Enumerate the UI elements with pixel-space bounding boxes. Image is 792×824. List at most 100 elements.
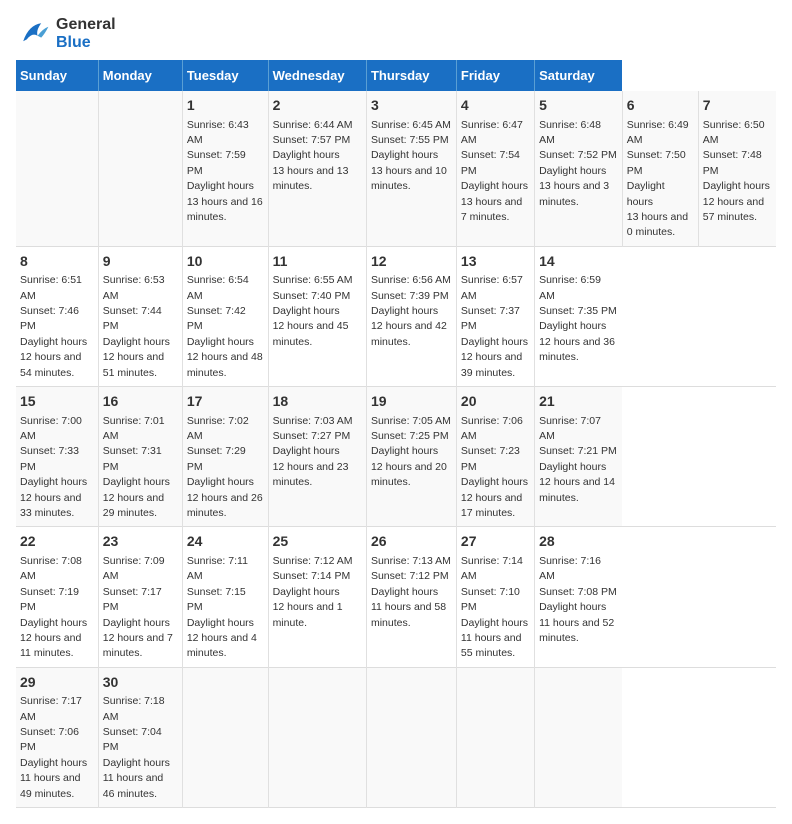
calendar-day-cell: 16 Sunrise: 7:01 AMSunset: 7:31 PMDayligh… (98, 387, 182, 527)
calendar-week-row: 8Sunrise: 6:51 AMSunset: 7:46 PMDaylight… (16, 246, 776, 386)
sunrise-info: Sunrise: 6:44 AMSunset: 7:57 PMDaylight … (273, 119, 353, 193)
sunrise-info: Sunrise: 6:47 AMSunset: 7:54 PMDaylight … (461, 119, 528, 223)
calendar-day-cell (366, 667, 456, 807)
calendar-week-row: 29Sunrise: 7:17 AMSunset: 7:06 PMDayligh… (16, 667, 776, 807)
calendar-header-row: SundayMondayTuesdayWednesdayThursdayFrid… (16, 60, 776, 91)
sunrise-info: Sunrise: 6:56 AMSunset: 7:39 PMDaylight … (371, 274, 451, 348)
empty-cell (98, 91, 182, 246)
calendar-day-cell: 1 Sunrise: 6:43 AMSunset: 7:59 PMDaylight… (182, 91, 268, 246)
sunrise-info: Sunrise: 7:09 AMSunset: 7:17 PMDaylight … (103, 555, 173, 659)
day-number: 3 (371, 96, 452, 116)
calendar-day-cell: 30Sunrise: 7:18 AMSunset: 7:04 PMDayligh… (98, 667, 182, 807)
calendar-day-cell (268, 667, 366, 807)
weekday-header-thursday: Thursday (366, 60, 456, 91)
calendar-day-cell: 10Sunrise: 6:54 AMSunset: 7:42 PMDayligh… (182, 246, 268, 386)
day-number: 12 (371, 252, 452, 272)
logo: General Blue (16, 16, 116, 52)
weekday-header-sunday: Sunday (16, 60, 98, 91)
empty-cell (16, 91, 98, 246)
day-number: 16 (103, 392, 178, 412)
day-number: 20 (461, 392, 530, 412)
calendar-day-cell: 19Sunrise: 7:05 AMSunset: 7:25 PMDayligh… (366, 387, 456, 527)
calendar-day-cell: 2Sunrise: 6:44 AMSunset: 7:57 PMDaylight… (268, 91, 366, 246)
sunrise-info: Sunrise: 6:55 AMSunset: 7:40 PMDaylight … (273, 274, 353, 348)
day-number: 13 (461, 252, 530, 272)
sunrise-info: Sunrise: 7:11 AMSunset: 7:15 PMDaylight … (187, 555, 257, 659)
calendar-day-cell: 4 Sunrise: 6:47 AMSunset: 7:54 PMDaylight… (456, 91, 534, 246)
calendar-week-row: 15 Sunrise: 7:00 AMSunset: 7:33 PMDayligh… (16, 387, 776, 527)
day-number: 29 (20, 673, 94, 693)
sunrise-info: Sunrise: 7:14 AMSunset: 7:10 PMDaylight … (461, 555, 528, 659)
calendar-day-cell: 27 Sunrise: 7:14 AMSunset: 7:10 PMDayligh… (456, 527, 534, 667)
calendar-day-cell: 11Sunrise: 6:55 AMSunset: 7:40 PMDayligh… (268, 246, 366, 386)
day-number: 6 (627, 96, 694, 116)
day-number: 15 (20, 392, 94, 412)
sunrise-info: Sunrise: 7:03 AMSunset: 7:27 PMDaylight … (273, 415, 353, 489)
calendar-day-cell (535, 667, 623, 807)
sunrise-info: Sunrise: 7:08 AMSunset: 7:19 PMDaylight … (20, 555, 87, 659)
logo-text: General Blue (56, 16, 116, 52)
calendar-table: SundayMondayTuesdayWednesdayThursdayFrid… (16, 60, 776, 808)
calendar-day-cell: 14Sunrise: 6:59 AMSunset: 7:35 PMDayligh… (535, 246, 623, 386)
day-number: 4 (461, 96, 530, 116)
calendar-day-cell (456, 667, 534, 807)
calendar-day-cell: 24Sunrise: 7:11 AMSunset: 7:15 PMDayligh… (182, 527, 268, 667)
calendar-day-cell: 26Sunrise: 7:13 AMSunset: 7:12 PMDayligh… (366, 527, 456, 667)
calendar-day-cell (182, 667, 268, 807)
sunrise-info: Sunrise: 7:17 AMSunset: 7:06 PMDaylight … (20, 695, 87, 799)
sunrise-info: Sunrise: 7:06 AMSunset: 7:23 PMDaylight … (461, 415, 528, 519)
sunrise-info: Sunrise: 6:48 AMSunset: 7:52 PMDaylight … (539, 119, 617, 208)
day-number: 18 (273, 392, 362, 412)
day-number: 14 (539, 252, 618, 272)
weekday-header-wednesday: Wednesday (268, 60, 366, 91)
calendar-day-cell: 13Sunrise: 6:57 AMSunset: 7:37 PMDayligh… (456, 246, 534, 386)
day-number: 23 (103, 532, 178, 552)
sunrise-info: Sunrise: 6:53 AMSunset: 7:44 PMDaylight … (103, 274, 170, 378)
logo-icon (16, 16, 52, 52)
day-number: 26 (371, 532, 452, 552)
calendar-day-cell: 22 Sunrise: 7:08 AMSunset: 7:19 PMDayligh… (16, 527, 98, 667)
sunrise-info: Sunrise: 7:18 AMSunset: 7:04 PMDaylight … (103, 695, 170, 799)
day-number: 9 (103, 252, 178, 272)
calendar-day-cell: 23 Sunrise: 7:09 AMSunset: 7:17 PMDayligh… (98, 527, 182, 667)
calendar-day-cell: 9Sunrise: 6:53 AMSunset: 7:44 PMDaylight… (98, 246, 182, 386)
day-number: 25 (273, 532, 362, 552)
day-number: 22 (20, 532, 94, 552)
day-number: 21 (539, 392, 618, 412)
weekday-header-friday: Friday (456, 60, 534, 91)
calendar-day-cell: 12Sunrise: 6:56 AMSunset: 7:39 PMDayligh… (366, 246, 456, 386)
sunrise-info: Sunrise: 6:50 AMSunset: 7:48 PMDaylight … (703, 119, 770, 223)
calendar-day-cell: 28 Sunrise: 7:16 AMSunset: 7:08 PMDayligh… (535, 527, 623, 667)
day-number: 27 (461, 532, 530, 552)
sunrise-info: Sunrise: 6:57 AMSunset: 7:37 PMDaylight … (461, 274, 528, 378)
day-number: 19 (371, 392, 452, 412)
calendar-day-cell: 8Sunrise: 6:51 AMSunset: 7:46 PMDaylight… (16, 246, 98, 386)
calendar-day-cell: 18 Sunrise: 7:03 AMSunset: 7:27 PMDayligh… (268, 387, 366, 527)
calendar-day-cell: 7 Sunrise: 6:50 AMSunset: 7:48 PMDaylight… (698, 91, 776, 246)
day-number: 10 (187, 252, 264, 272)
sunrise-info: Sunrise: 6:43 AMSunset: 7:59 PMDaylight … (187, 119, 263, 223)
day-number: 11 (273, 252, 362, 272)
day-number: 1 (187, 96, 264, 116)
sunrise-info: Sunrise: 7:01 AMSunset: 7:31 PMDaylight … (103, 415, 170, 519)
calendar-day-cell: 21Sunrise: 7:07 AMSunset: 7:21 PMDayligh… (535, 387, 623, 527)
day-number: 7 (703, 96, 772, 116)
day-number: 28 (539, 532, 618, 552)
sunrise-info: Sunrise: 6:54 AMSunset: 7:42 PMDaylight … (187, 274, 263, 378)
weekday-header-tuesday: Tuesday (182, 60, 268, 91)
sunrise-info: Sunrise: 6:49 AMSunset: 7:50 PMDaylight … (627, 119, 689, 239)
weekday-header-monday: Monday (98, 60, 182, 91)
sunrise-info: Sunrise: 7:16 AMSunset: 7:08 PMDaylight … (539, 555, 617, 644)
day-number: 17 (187, 392, 264, 412)
calendar-day-cell: 20 Sunrise: 7:06 AMSunset: 7:23 PMDayligh… (456, 387, 534, 527)
page-header: General Blue (16, 16, 776, 52)
calendar-week-row: 1 Sunrise: 6:43 AMSunset: 7:59 PMDaylight… (16, 91, 776, 246)
calendar-week-row: 22 Sunrise: 7:08 AMSunset: 7:19 PMDayligh… (16, 527, 776, 667)
sunrise-info: Sunrise: 7:12 AMSunset: 7:14 PMDaylight … (273, 555, 353, 629)
weekday-header-saturday: Saturday (535, 60, 623, 91)
sunrise-info: Sunrise: 7:00 AMSunset: 7:33 PMDaylight … (20, 415, 87, 519)
calendar-day-cell: 3Sunrise: 6:45 AMSunset: 7:55 PMDaylight… (366, 91, 456, 246)
calendar-day-cell: 5 Sunrise: 6:48 AMSunset: 7:52 PMDaylight… (535, 91, 623, 246)
day-number: 5 (539, 96, 618, 116)
calendar-day-cell: 29Sunrise: 7:17 AMSunset: 7:06 PMDayligh… (16, 667, 98, 807)
